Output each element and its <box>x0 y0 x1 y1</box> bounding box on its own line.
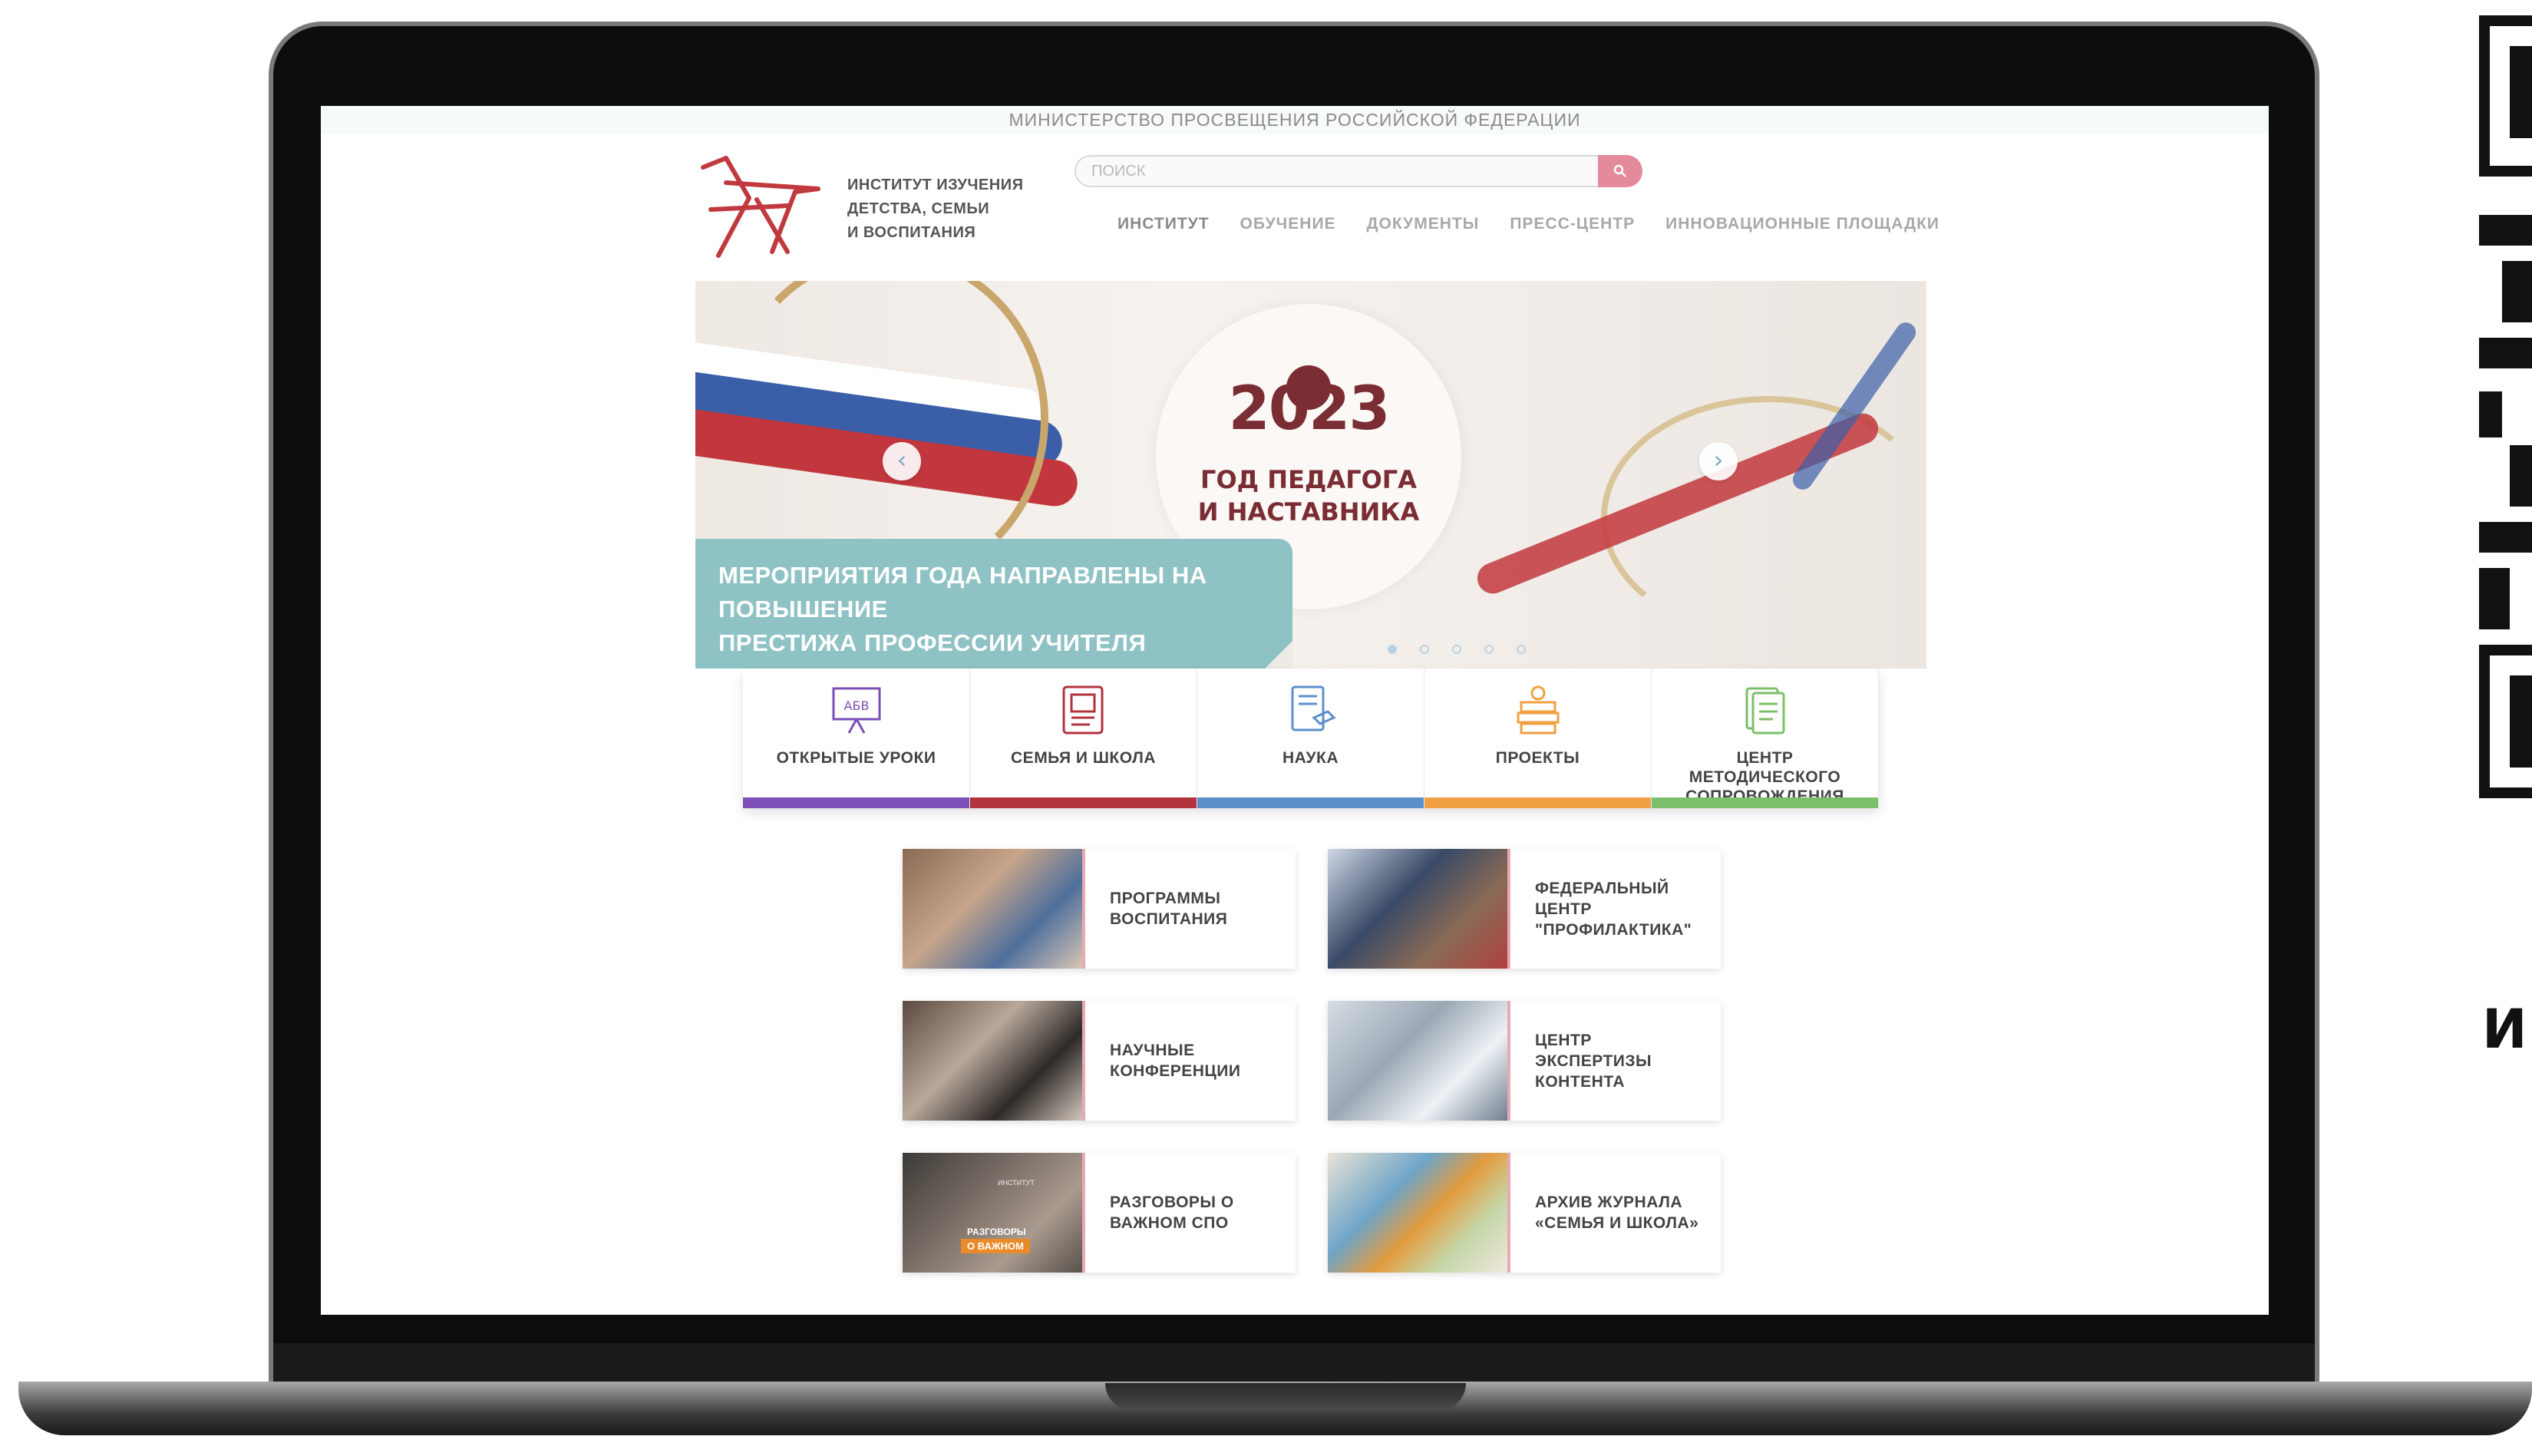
caption-fold <box>1265 641 1292 669</box>
tile-label: РАЗГОВОРЫ О ВАЖНОМ СПО <box>1110 1194 1234 1232</box>
main-nav: ИНСТИТУТ ОБУЧЕНИЕ ДОКУМЕНТЫ ПРЕСС-ЦЕНТР … <box>1117 215 1939 233</box>
slider-dot[interactable] <box>1452 645 1461 654</box>
chevron-right-icon[interactable]: › <box>1699 442 1738 480</box>
nav-item-documents[interactable]: ДОКУМЕНТЫ <box>1367 215 1480 233</box>
year-title-line-2: И НАСТАВНИКА <box>1197 497 1420 527</box>
institute-logo[interactable] <box>695 152 826 259</box>
tile-edge <box>1507 849 1510 969</box>
logo-text: ИНСТИТУТ ИЗУЧЕНИЯ ДЕТСТВА, СЕМЬИ И ВОСПИ… <box>847 173 1023 245</box>
logo-line-3: И ВОСПИТАНИЯ <box>847 224 976 241</box>
qr-code-graphic <box>2479 15 2532 921</box>
category-color-bar <box>1424 797 1651 808</box>
category-methodical-center[interactable]: ЦЕНТР МЕТОДИЧЕСКОГО СОПРОВОЖДЕНИЯ <box>1652 669 1879 808</box>
tile-edge <box>1082 1001 1085 1121</box>
tile-image <box>1328 849 1507 969</box>
tile-label: АРХИВ ЖУРНАЛА «СЕМЬЯ И ШКОЛА» <box>1535 1194 1699 1232</box>
tile-edge <box>1507 1153 1510 1273</box>
logo-line-1: ИНСТИТУТ ИЗУЧЕНИЯ <box>847 177 1024 193</box>
tile-content-expertise[interactable]: ЦЕНТР ЭКСПЕРТИЗЫ КОНТЕНТА <box>1328 1001 1721 1121</box>
tile-image <box>903 849 1082 969</box>
svg-text:АБВ: АБВ <box>843 698 869 713</box>
blackboard-icon: АБВ <box>832 687 880 734</box>
category-projects[interactable]: ПРОЕКТЫ <box>1424 669 1652 808</box>
nav-item-press-center[interactable]: ПРЕСС-ЦЕНТР <box>1510 215 1635 233</box>
nav-item-innovation[interactable]: ИННОВАЦИОННЫЕ ПЛОЩАДКИ <box>1665 215 1939 233</box>
tile-science-conferences[interactable]: НАУЧНЫЕ КОНФЕРЕНЦИИ <box>903 1001 1296 1121</box>
documents-icon <box>1745 687 1784 735</box>
laptop-notch <box>1105 1383 1466 1411</box>
category-label: ПРОЕКТЫ <box>1495 749 1580 767</box>
year-title: ГОД ПЕДАГОГА И НАСТАВНИКА <box>1156 464 1461 528</box>
category-color-bar <box>1652 797 1878 808</box>
newspaper-icon <box>1062 685 1103 735</box>
caption-line-1: МЕРОПРИЯТИЯ ГОДА НАПРАВЛЕНЫ НА ПОВЫШЕНИЕ <box>718 562 1207 622</box>
tile-label: ФЕДЕРАЛЬНЫЙ ЦЕНТР "ПРОФИЛАКТИКА" <box>1535 879 1692 939</box>
tile-edge <box>1082 1153 1085 1273</box>
browser-screen: МИНИСТЕРСТВО ПРОСВЕЩЕНИЯ РОССИЙСКОЙ ФЕДЕ… <box>321 106 2269 1315</box>
category-label: ОТКРЫТЫЕ УРОКИ <box>776 749 936 767</box>
category-color-bar <box>1197 797 1424 808</box>
category-science[interactable]: НАУКА <box>1197 669 1424 808</box>
tile-image: ИНСТИТУТ РАЗГОВОРЫ О ВАЖНОМ <box>903 1153 1082 1273</box>
caption-text: МЕРОПРИЯТИЯ ГОДА НАПРАВЛЕНЫ НА ПОВЫШЕНИЕ… <box>718 559 1292 660</box>
category-bar: АБВ ОТКРЫТЫЕ УРОКИ СЕМЬЯ И ШКОЛА НАУКА П… <box>743 669 1879 808</box>
tile-label: НАУЧНЫЕ КОНФЕРЕНЦИИ <box>1110 1042 1241 1080</box>
year-title-line-1: ГОД ПЕДАГОГА <box>1200 465 1417 494</box>
category-family-school[interactable]: СЕМЬЯ И ШКОЛА <box>970 669 1197 808</box>
tile-education-programs[interactable]: ПРОГРАММЫ ВОСПИТАНИЯ <box>903 849 1296 969</box>
side-text: ИН <box>2482 998 2532 1061</box>
category-label: СЕМЬЯ И ШКОЛА <box>1011 749 1156 767</box>
slider-dot[interactable] <box>1484 645 1494 654</box>
tile-image-caption-small: ИНСТИТУТ <box>998 1179 1035 1187</box>
tile-image <box>903 1001 1082 1121</box>
category-label: НАУКА <box>1282 749 1339 767</box>
book-icon <box>1291 685 1336 731</box>
books-apple-icon <box>1517 685 1559 735</box>
tile-prevention-center[interactable]: ФЕДЕРАЛЬНЫЙ ЦЕНТР "ПРОФИЛАКТИКА" <box>1328 849 1721 969</box>
ministry-banner[interactable]: МИНИСТЕРСТВО ПРОСВЕЩЕНИЯ РОССИЙСКОЙ ФЕДЕ… <box>321 106 2269 134</box>
slider-dot[interactable] <box>1388 645 1397 654</box>
slide-caption[interactable]: МЕРОПРИЯТИЯ ГОДА НАПРАВЛЕНЫ НА ПОВЫШЕНИЕ… <box>695 539 1292 669</box>
category-color-bar <box>743 797 969 808</box>
nav-item-institute[interactable]: ИНСТИТУТ <box>1117 215 1210 233</box>
caption-line-2: ПРЕСТИЖА ПРОФЕССИИ УЧИТЕЛЯ <box>718 629 1147 656</box>
search-button[interactable] <box>1598 155 1642 187</box>
logo-line-2: ДЕТСТВА, СЕМЬИ <box>847 200 990 217</box>
tile-image-caption: РАЗГОВОРЫ <box>967 1227 1026 1237</box>
chevron-left-icon[interactable]: ‹ <box>883 442 921 480</box>
category-open-lessons[interactable]: АБВ ОТКРЫТЫЕ УРОКИ <box>743 669 970 808</box>
slider-dot[interactable] <box>1420 645 1429 654</box>
tile-image <box>1328 1153 1507 1273</box>
category-color-bar <box>970 797 1197 808</box>
tile-label: ПРОГРАММЫ ВОСПИТАНИЯ <box>1110 890 1228 928</box>
laptop-bezel-bottom <box>273 1343 2315 1383</box>
nav-item-education[interactable]: ОБУЧЕНИЕ <box>1240 215 1336 233</box>
tile-label: ЦЕНТР ЭКСПЕРТИЗЫ КОНТЕНТА <box>1535 1031 1652 1091</box>
search-placeholder: ПОИСК <box>1091 163 1146 180</box>
tile-important-talks[interactable]: ИНСТИТУТ РАЗГОВОРЫ О ВАЖНОМ РАЗГОВОРЫ О … <box>903 1153 1296 1273</box>
slider-dot[interactable] <box>1517 645 1526 654</box>
search-icon <box>1613 164 1626 177</box>
search-input[interactable]: ПОИСК <box>1075 155 1642 187</box>
tile-edge <box>1082 849 1085 969</box>
tile-edge <box>1507 1001 1510 1121</box>
year-number: 2023 <box>1228 375 1390 444</box>
slider-dots <box>1388 645 1526 654</box>
tile-image-caption-highlight: О ВАЖНОМ <box>961 1239 1030 1253</box>
hero-slider[interactable]: 2023 ГОД ПЕДАГОГА И НАСТАВНИКА ‹ › МЕРОП… <box>695 281 1926 669</box>
tile-image <box>1328 1001 1507 1121</box>
tile-journal-archive[interactable]: АРХИВ ЖУРНАЛА «СЕМЬЯ И ШКОЛА» <box>1328 1153 1721 1273</box>
